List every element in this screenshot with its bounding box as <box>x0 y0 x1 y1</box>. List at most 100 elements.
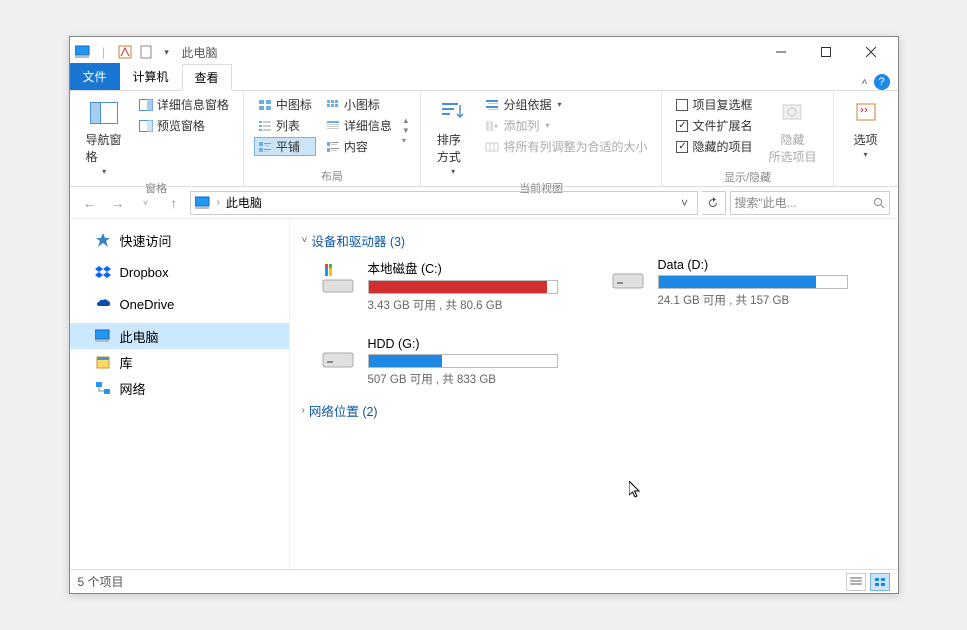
tab-view[interactable]: 查看 <box>182 64 232 91</box>
sidebar-item-this-pc[interactable]: 此电脑 <box>70 323 289 349</box>
minimize-button[interactable] <box>759 38 804 66</box>
drive-item[interactable]: 本地磁盘 (C:)3.43 GB 可用 , 共 80.6 GB <box>318 258 568 313</box>
checkbox-icon <box>676 99 688 111</box>
drive-icon <box>608 258 648 298</box>
tab-file[interactable]: 文件 <box>70 63 120 90</box>
drive-icon <box>318 258 358 298</box>
explorer-window: | ▾ 此电脑 文件 计算机 查看 ˄ ? <box>69 36 899 594</box>
sidebar-item-label: 网络 <box>120 379 146 398</box>
ribbon: 导航窗格 ▾ 详细信息窗格 预览窗格 窗格 <box>70 91 898 187</box>
qat-sep: | <box>95 43 113 61</box>
search-input[interactable]: 搜索"此电... <box>730 191 890 215</box>
ribbon-collapse-icon[interactable]: ˄ <box>862 77 868 88</box>
drive-name: Data (D:) <box>658 258 848 272</box>
dropbox-icon <box>94 263 112 281</box>
sidebar-item-label: OneDrive <box>120 297 175 312</box>
sidebar-item-label: 此电脑 <box>120 327 159 346</box>
group-title: 网络位置 (2) <box>309 401 378 420</box>
sidebar-item-label: Dropbox <box>120 265 169 280</box>
drive-info: 3.43 GB 可用 , 共 80.6 GB <box>368 297 558 313</box>
details-pane-button[interactable]: 详细信息窗格 <box>135 95 233 114</box>
drive-icon <box>318 337 358 377</box>
list-icon <box>258 119 272 133</box>
ribbon-group-current-view: 排序方式 ▾ 分组依据▾ 添加列▾ 将所有列调整为合适的大小 当前视图 <box>421 91 663 186</box>
ribbon-group-options: 选项 ▾ <box>834 91 898 186</box>
layout-gallery-icon[interactable]: ▾ <box>402 136 410 145</box>
pc-icon <box>195 196 211 210</box>
sidebar-item-quick-access[interactable]: 快速访问 <box>70 227 289 253</box>
details-icon <box>326 119 340 133</box>
close-button[interactable] <box>849 38 894 66</box>
options-button[interactable]: 选项 ▾ <box>844 95 888 170</box>
view-tiles-button[interactable] <box>870 573 890 591</box>
drive-info: 24.1 GB 可用 , 共 157 GB <box>658 292 848 308</box>
layout-scroll-down[interactable]: ▼ <box>402 126 410 135</box>
nav-pane-button[interactable]: 导航窗格 ▾ <box>80 95 129 178</box>
help-icon[interactable]: ? <box>874 74 890 90</box>
group-by-icon <box>485 98 499 112</box>
fit-columns-icon <box>485 140 499 154</box>
back-button[interactable]: ← <box>78 191 102 215</box>
item-checkboxes-toggle[interactable]: 项目复选框 <box>672 95 756 114</box>
ribbon-group-layout: 中图标 列表 平铺 小图标 详细信息 内容 ▲ ▼ ▾ 布局 <box>244 91 421 186</box>
body: 快速访问 Dropbox OneDrive 此电脑库网络 ˅设备和驱动器 (3) 本地磁… <box>70 219 898 569</box>
onedrive-icon <box>94 295 112 313</box>
chevron-right-icon: › <box>302 405 305 416</box>
checkbox-checked-icon: ✓ <box>676 120 688 132</box>
preview-pane-button[interactable]: 预览窗格 <box>135 116 233 135</box>
group-header[interactable]: ˅设备和驱动器 (3) <box>302 231 886 250</box>
layout-tiles[interactable]: 平铺 <box>254 137 316 156</box>
this-pc-icon <box>94 327 112 345</box>
hide-selected-button: 隐藏 所选项目 <box>762 95 822 167</box>
content-pane[interactable]: ˅设备和驱动器 (3) 本地磁盘 (C:)3.43 GB 可用 , 共 80.6 … <box>290 219 898 569</box>
options-icon <box>850 97 882 129</box>
drive-usage-bar <box>368 280 558 294</box>
preview-pane-icon <box>139 119 153 133</box>
sort-by-button[interactable]: 排序方式 ▾ <box>431 95 476 178</box>
drive-info: 507 GB 可用 , 共 833 GB <box>368 371 558 387</box>
up-button[interactable]: ↑ <box>162 191 186 215</box>
sidebar-item-dropbox[interactable]: Dropbox <box>70 259 289 285</box>
address-dropdown-icon[interactable]: ˅ <box>677 196 693 210</box>
refresh-button[interactable] <box>702 191 726 215</box>
hidden-items-toggle[interactable]: ✓隐藏的项目 <box>672 137 756 156</box>
layout-small-icons[interactable]: 小图标 <box>322 95 396 114</box>
small-icons-icon <box>326 98 340 112</box>
maximize-button[interactable] <box>804 38 849 66</box>
recent-dropdown[interactable]: ˅ <box>134 191 158 215</box>
address-text: 此电脑 <box>226 194 262 211</box>
address-input[interactable]: › 此电脑 ˅ <box>190 191 698 215</box>
group-by-button[interactable]: 分组依据▾ <box>481 95 651 114</box>
app-icon <box>74 43 92 61</box>
view-details-button[interactable] <box>846 573 866 591</box>
drive-item[interactable]: Data (D:) 24.1 GB 可用 , 共 157 GB <box>608 258 858 313</box>
status-text: 5 个项目 <box>78 573 124 590</box>
ribbon-group-show-hide: 项目复选框 ✓文件扩展名 ✓隐藏的项目 隐藏 所选项目 显示/隐藏 <box>662 91 833 186</box>
chevron-down-icon: ˅ <box>302 235 308 246</box>
sidebar-item-label: 库 <box>120 353 133 372</box>
hide-selected-icon <box>776 97 808 129</box>
properties-icon[interactable] <box>116 43 134 61</box>
layout-content[interactable]: 内容 <box>322 137 396 156</box>
layout-details[interactable]: 详细信息 <box>322 116 396 135</box>
search-placeholder: 搜索"此电... <box>735 194 869 211</box>
drive-item[interactable]: HDD (G:)507 GB 可用 , 共 833 GB <box>318 337 568 387</box>
layout-medium-icons[interactable]: 中图标 <box>254 95 316 114</box>
search-icon <box>873 197 885 209</box>
qat-new-icon[interactable] <box>137 43 155 61</box>
tab-computer[interactable]: 计算机 <box>120 63 182 90</box>
sidebar-item-libraries[interactable]: 库 <box>70 349 289 375</box>
add-columns-button: 添加列▾ <box>481 116 651 135</box>
layout-scroll-up[interactable]: ▲ <box>402 116 410 125</box>
qat-dropdown-icon[interactable]: ▾ <box>158 43 176 61</box>
forward-button[interactable]: → <box>106 191 130 215</box>
sidebar-item-network[interactable]: 网络 <box>70 375 289 401</box>
details-pane-icon <box>139 98 153 112</box>
tiles-icon <box>258 140 272 154</box>
sort-by-icon <box>437 97 469 129</box>
group-header[interactable]: › 网络位置 (2) <box>302 401 886 420</box>
layout-list[interactable]: 列表 <box>254 116 316 135</box>
file-ext-toggle[interactable]: ✓文件扩展名 <box>672 116 756 135</box>
address-bar: ← → ˅ ↑ › 此电脑 ˅ 搜索"此电... <box>70 187 898 219</box>
sidebar-item-onedrive[interactable]: OneDrive <box>70 291 289 317</box>
